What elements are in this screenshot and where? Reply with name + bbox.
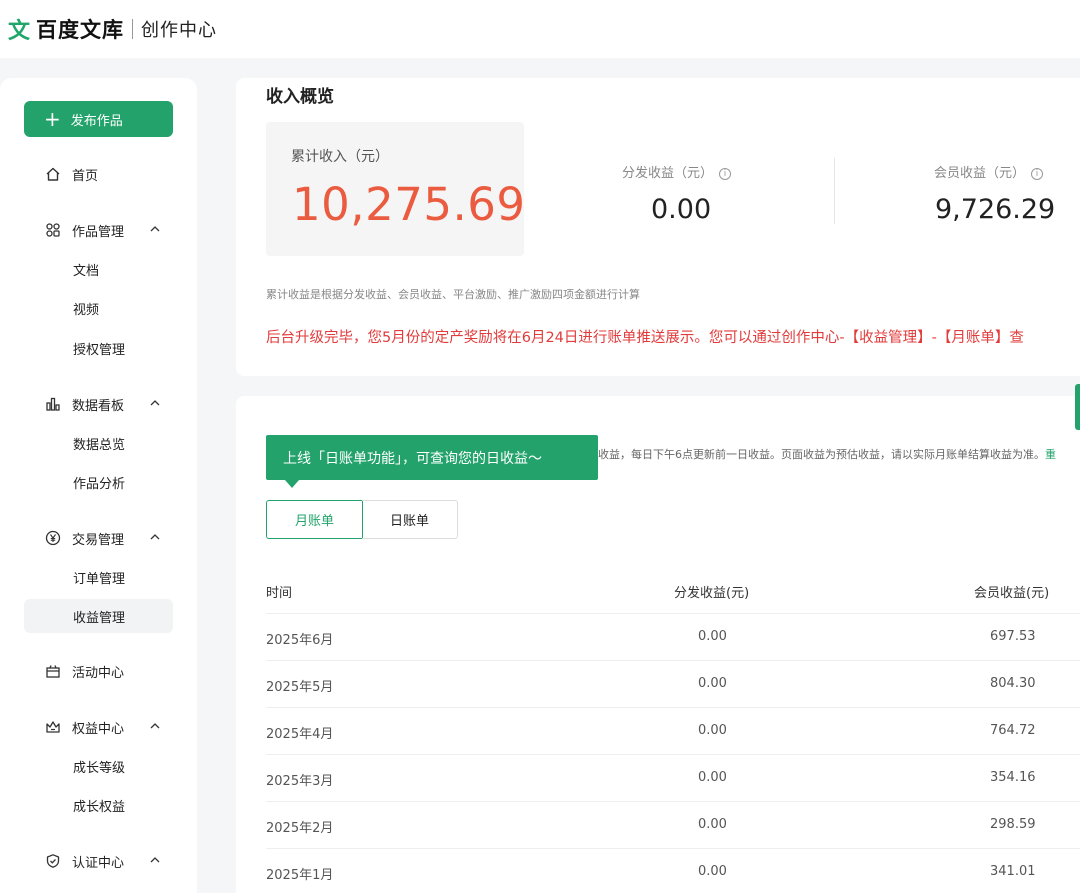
table-row: 2025年3月 0.00 354.16 xyxy=(266,754,1080,801)
sidebar-item-label: 首页 xyxy=(72,168,99,184)
table-row: 2025年4月 0.00 764.72 xyxy=(266,707,1080,754)
publish-button[interactable]: + 发布作品 xyxy=(24,101,173,137)
cell-distribution: 0.00 xyxy=(698,629,727,644)
publish-label: 发布作品 xyxy=(70,113,123,129)
cell-member: 697.53 xyxy=(990,629,1036,644)
info-icon[interactable]: i xyxy=(1031,168,1044,180)
cell-time: 2025年5月 xyxy=(266,680,334,695)
logo-divider xyxy=(132,19,134,39)
tab-monthly-bill[interactable]: 月账单 xyxy=(266,500,363,539)
chevron-up-icon[interactable] xyxy=(149,223,161,235)
table-row: 2025年2月 0.00 298.59 xyxy=(266,801,1080,848)
tab-daily-bill[interactable]: 日账单 xyxy=(362,500,458,539)
home-icon xyxy=(44,165,62,183)
sidebar-subitem-works-analysis[interactable]: 作品分析 xyxy=(24,465,173,499)
chevron-up-icon[interactable] xyxy=(149,854,161,866)
sidebar-subitem-data-overview[interactable]: 数据总览 xyxy=(24,426,173,460)
sidebar-subitem-growth-level[interactable]: 成长等级 xyxy=(24,749,173,783)
sidebar-item-events[interactable]: 活动中心 xyxy=(24,654,173,688)
stat-divider xyxy=(834,158,835,224)
sidebar-subitem-growth-benefits[interactable]: 成长权益 xyxy=(24,788,173,822)
total-income-value: 10,275.69 xyxy=(292,178,526,231)
sidebar-item-transactions[interactable]: 交易管理 xyxy=(24,521,173,555)
crown-icon xyxy=(44,718,62,736)
column-header-time: 时间 xyxy=(266,586,293,601)
member-income-label-text: 会员收益（元） xyxy=(934,166,1026,181)
cell-distribution: 0.00 xyxy=(698,676,727,691)
grid-icon xyxy=(44,221,62,239)
income-note: 累计收益是根据分发收益、会员收益、平台激励、推广激励四项金额进行计算 xyxy=(266,288,640,301)
sidebar-item-label: 权益中心 xyxy=(72,721,125,737)
member-income-value: 9,726.29 xyxy=(935,194,1056,225)
sidebar-subitem-licensing[interactable]: 授权管理 xyxy=(24,331,173,365)
logo-icon[interactable]: 文 xyxy=(8,13,30,45)
header-subtitle: 创作中心 xyxy=(141,20,218,41)
total-income-box: 累计收入（元） 10,275.69 xyxy=(266,122,526,256)
sidebar-item-works[interactable]: 作品管理 xyxy=(24,213,173,247)
cell-member: 764.72 xyxy=(990,723,1036,738)
sidebar-item-benefits[interactable]: 权益中心 xyxy=(24,710,173,744)
cell-member: 298.59 xyxy=(990,817,1036,832)
total-income-label: 累计收入（元） xyxy=(291,149,389,165)
side-floating-tab[interactable] xyxy=(1075,384,1080,430)
top-header: 文 百度文库 创作中心 xyxy=(0,0,1080,58)
new-feature-tooltip: 上线「日账单功能」，可查询您的日收益～ xyxy=(266,435,598,480)
bills-card: 收益，每日下午6点更新前一日收益。页面收益为预估收益，请以实际月账单结算收益为准… xyxy=(236,396,1080,893)
table-row: 2025年1月 0.00 341.01 xyxy=(266,848,1080,893)
tooltip-arrow xyxy=(285,480,299,488)
sidebar-subitem-docs[interactable]: 文档 xyxy=(24,252,173,286)
cell-time: 2025年2月 xyxy=(266,821,334,836)
distribution-income-value: 0.00 xyxy=(651,194,712,225)
plus-icon: + xyxy=(44,107,61,131)
sidebar-item-label: 认证中心 xyxy=(72,855,125,871)
cell-time: 2025年4月 xyxy=(266,727,334,742)
cell-member: 804.30 xyxy=(990,676,1036,691)
upgrade-notice: 后台升级完毕，您5月份的定产奖励将在6月24日进行账单推送展示。您可以通过创作中… xyxy=(266,330,1024,346)
cell-distribution: 0.00 xyxy=(698,864,727,879)
description-link[interactable]: 重 xyxy=(1045,448,1056,461)
info-icon[interactable]: i xyxy=(719,168,732,180)
cell-member: 354.16 xyxy=(990,770,1036,785)
cell-distribution: 0.00 xyxy=(698,817,727,832)
bills-description: 收益，每日下午6点更新前一日收益。页面收益为预估收益，请以实际月账单结算收益为准… xyxy=(598,446,1056,462)
logo-text[interactable]: 百度文库 xyxy=(36,14,124,44)
column-header-member: 会员收益(元) xyxy=(974,586,1050,601)
distribution-income-label: 分发收益（元） i xyxy=(622,162,732,181)
column-header-distribution: 分发收益(元) xyxy=(674,586,750,601)
bills-description-text: 收益，每日下午6点更新前一日收益。页面收益为预估收益，请以实际月账单结算收益为准… xyxy=(598,448,1045,461)
sidebar-subitem-videos[interactable]: 视频 xyxy=(24,291,173,325)
cell-distribution: 0.00 xyxy=(698,723,727,738)
cell-time: 2025年1月 xyxy=(266,868,334,883)
sidebar-item-label: 数据看板 xyxy=(72,398,125,414)
sidebar-subitem-orders[interactable]: 订单管理 xyxy=(24,560,173,594)
sidebar: + 发布作品 首页 作品管理 文档 视频 授权管理 数据看板 数据总览 作品分析… xyxy=(0,78,197,893)
distribution-income-label-text: 分发收益（元） xyxy=(622,166,714,181)
table-row: 2025年6月 0.00 697.53 xyxy=(266,613,1080,660)
sidebar-item-certification[interactable]: 认证中心 xyxy=(24,844,173,878)
chevron-up-icon[interactable] xyxy=(149,531,161,543)
yen-icon xyxy=(44,529,62,547)
cell-time: 2025年3月 xyxy=(266,774,334,789)
cell-time: 2025年6月 xyxy=(266,633,334,648)
member-income-label: 会员收益（元） i xyxy=(934,162,1044,181)
chevron-up-icon[interactable] xyxy=(149,720,161,732)
cell-distribution: 0.00 xyxy=(698,770,727,785)
cell-member: 341.01 xyxy=(990,864,1036,879)
chart-icon xyxy=(44,395,62,413)
sidebar-item-label: 作品管理 xyxy=(72,224,125,240)
chevron-up-icon[interactable] xyxy=(149,397,161,409)
gift-icon xyxy=(44,662,62,680)
section-title: 收入概览 xyxy=(266,87,334,107)
income-overview-card: 收入概览 累计收入（元） 10,275.69 分发收益（元） i 0.00 会员收… xyxy=(236,78,1080,376)
sidebar-item-dashboard[interactable]: 数据看板 xyxy=(24,387,173,421)
sidebar-item-home[interactable]: 首页 xyxy=(24,157,173,191)
table-row: 2025年5月 0.00 804.30 xyxy=(266,660,1080,707)
sidebar-item-label: 交易管理 xyxy=(72,532,125,548)
sidebar-item-label: 活动中心 xyxy=(72,665,125,681)
sidebar-subitem-earnings[interactable]: 收益管理 xyxy=(24,599,173,633)
shield-icon xyxy=(44,852,62,870)
